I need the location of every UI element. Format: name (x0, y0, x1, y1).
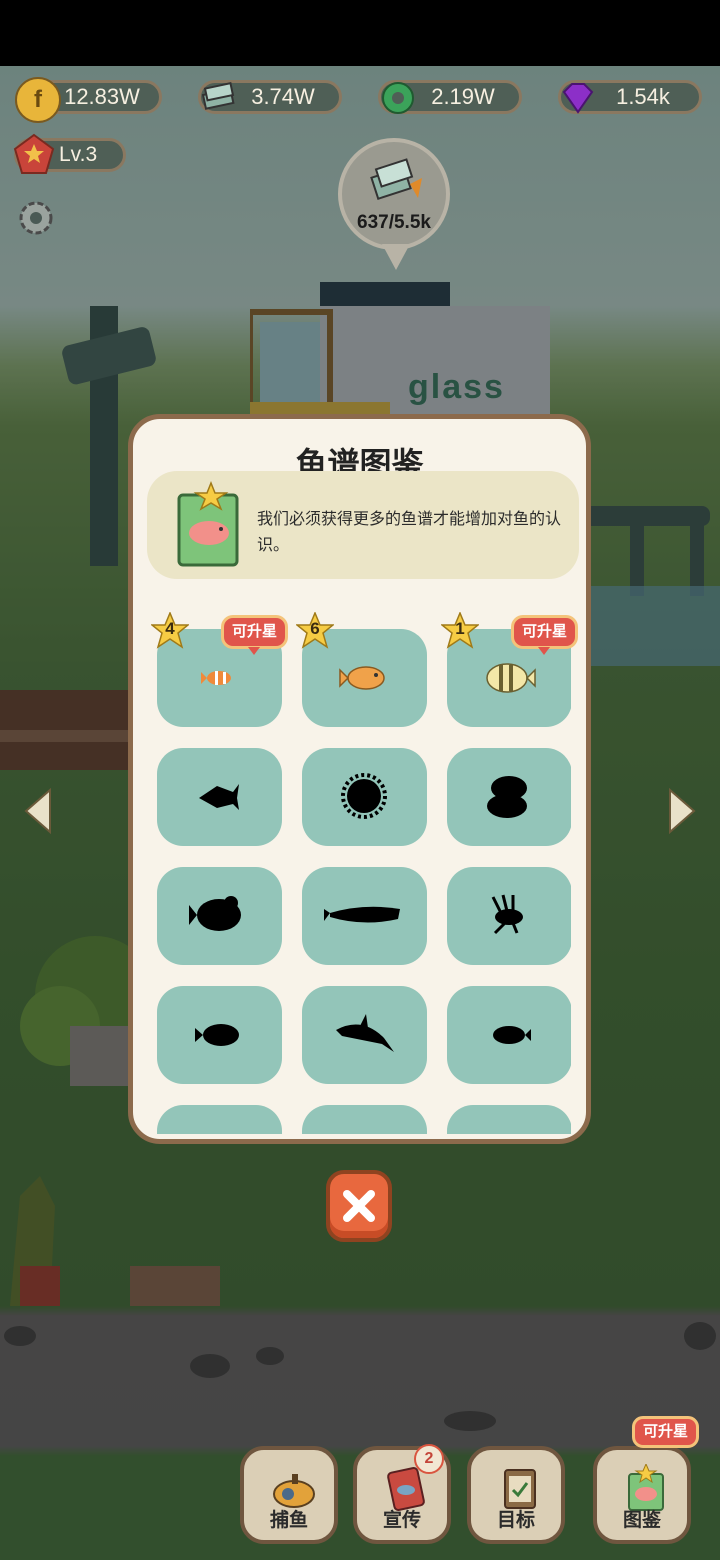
fish-book-icon (177, 481, 239, 567)
glass-stack-icon (370, 158, 422, 200)
arowana-silhouette-icon (324, 906, 400, 923)
coin-counter[interactable]: f 12.83W (15, 77, 162, 123)
nav-label: 宣传 (382, 1510, 421, 1531)
fish-card-locked[interactable] (302, 986, 427, 1084)
notification-badge: 2 (414, 1444, 444, 1474)
shark-silhouette-icon (336, 1014, 394, 1052)
fish-card-locked[interactable] (447, 986, 571, 1084)
factory-progress-text: 637/5.5k (357, 212, 431, 233)
fish-card-locked[interactable] (302, 748, 427, 846)
angelfish-silhouette-icon (199, 784, 239, 810)
info-text: 我们必须获得更多的鱼谱才能增加对鱼的认识。 (257, 511, 562, 554)
coin-icon: f (15, 77, 61, 123)
glass-counter[interactable]: 3.74W (198, 80, 342, 114)
fish-count: 4 (165, 619, 175, 638)
fish-collection-dialog: 鱼谱图鉴 我们必须获得更多的鱼谱才能增加对鱼的认识。 4 可升星 6 1 可升星 (128, 414, 591, 1144)
right-arrow-icon[interactable] (668, 788, 696, 834)
fish-card-locked[interactable] (157, 986, 282, 1084)
bubble-tail (382, 244, 410, 270)
left-arrow-icon[interactable] (24, 788, 52, 834)
lionfish-silhouette-icon (491, 894, 523, 935)
fish-card-locked[interactable] (157, 1105, 282, 1134)
fish-card-locked[interactable] (447, 748, 571, 846)
tang-silhouette-icon (195, 1024, 239, 1046)
green-gear-icon (377, 77, 419, 119)
coin-value: 12.83W (64, 84, 140, 109)
glass-value: 3.74W (251, 84, 315, 109)
close-button[interactable] (326, 1170, 392, 1242)
level-star-icon (13, 133, 55, 174)
fish-card-locked[interactable] (447, 1105, 571, 1134)
info-banner: 我们必须获得更多的鱼谱才能增加对鱼的认识。 (147, 471, 579, 579)
pufferfish-silhouette-icon (341, 773, 387, 819)
fish-count-star: 4 (149, 611, 191, 650)
nav-label: 目标 (496, 1510, 535, 1531)
fish-card-locked[interactable] (157, 748, 282, 846)
close-icon (343, 1190, 375, 1222)
fish-card-locked[interactable] (302, 1105, 427, 1134)
glass-stack-icon (197, 77, 239, 119)
fish-card-locked[interactable] (447, 867, 571, 965)
fish-grid (151, 629, 571, 1134)
level-badge[interactable]: Lv.3 (13, 133, 126, 174)
settings-gear-icon[interactable] (16, 198, 56, 238)
status-bar (0, 0, 720, 66)
fish-count: 6 (310, 619, 320, 638)
upgrade-star-tag[interactable]: 可升星 (632, 1416, 700, 1448)
fish-count: 1 (455, 619, 465, 638)
fish-card-locked[interactable] (157, 867, 282, 965)
blob-fish-silhouette-icon (487, 776, 527, 818)
upgrade-star-tag[interactable]: 可升星 (221, 615, 289, 655)
goldfish-silhouette-icon (189, 896, 241, 931)
gear-counter[interactable]: 2.19W (378, 80, 522, 114)
nav-label: 捕鱼 (269, 1510, 308, 1531)
nav-fishing-button[interactable]: 捕鱼 (240, 1446, 338, 1544)
fish-count-star: 6 (294, 611, 336, 650)
purple-gem-icon (557, 77, 599, 119)
nav-goals-button[interactable]: 目标 (467, 1446, 565, 1544)
fish-count-star: 1 (439, 611, 481, 650)
upgrade-star-tag[interactable]: 可升星 (511, 615, 579, 655)
fish-card-locked[interactable] (302, 867, 427, 965)
gear-value: 2.19W (431, 84, 495, 109)
level-label: Lv.3 (59, 143, 98, 166)
small-fish-silhouette-icon (493, 1026, 531, 1044)
gem-value: 1.54k (616, 84, 670, 109)
nav-collection-button[interactable]: 图鉴 (593, 1446, 691, 1544)
gem-counter[interactable]: 1.54k (558, 80, 702, 114)
nav-label: 图鉴 (622, 1510, 661, 1531)
